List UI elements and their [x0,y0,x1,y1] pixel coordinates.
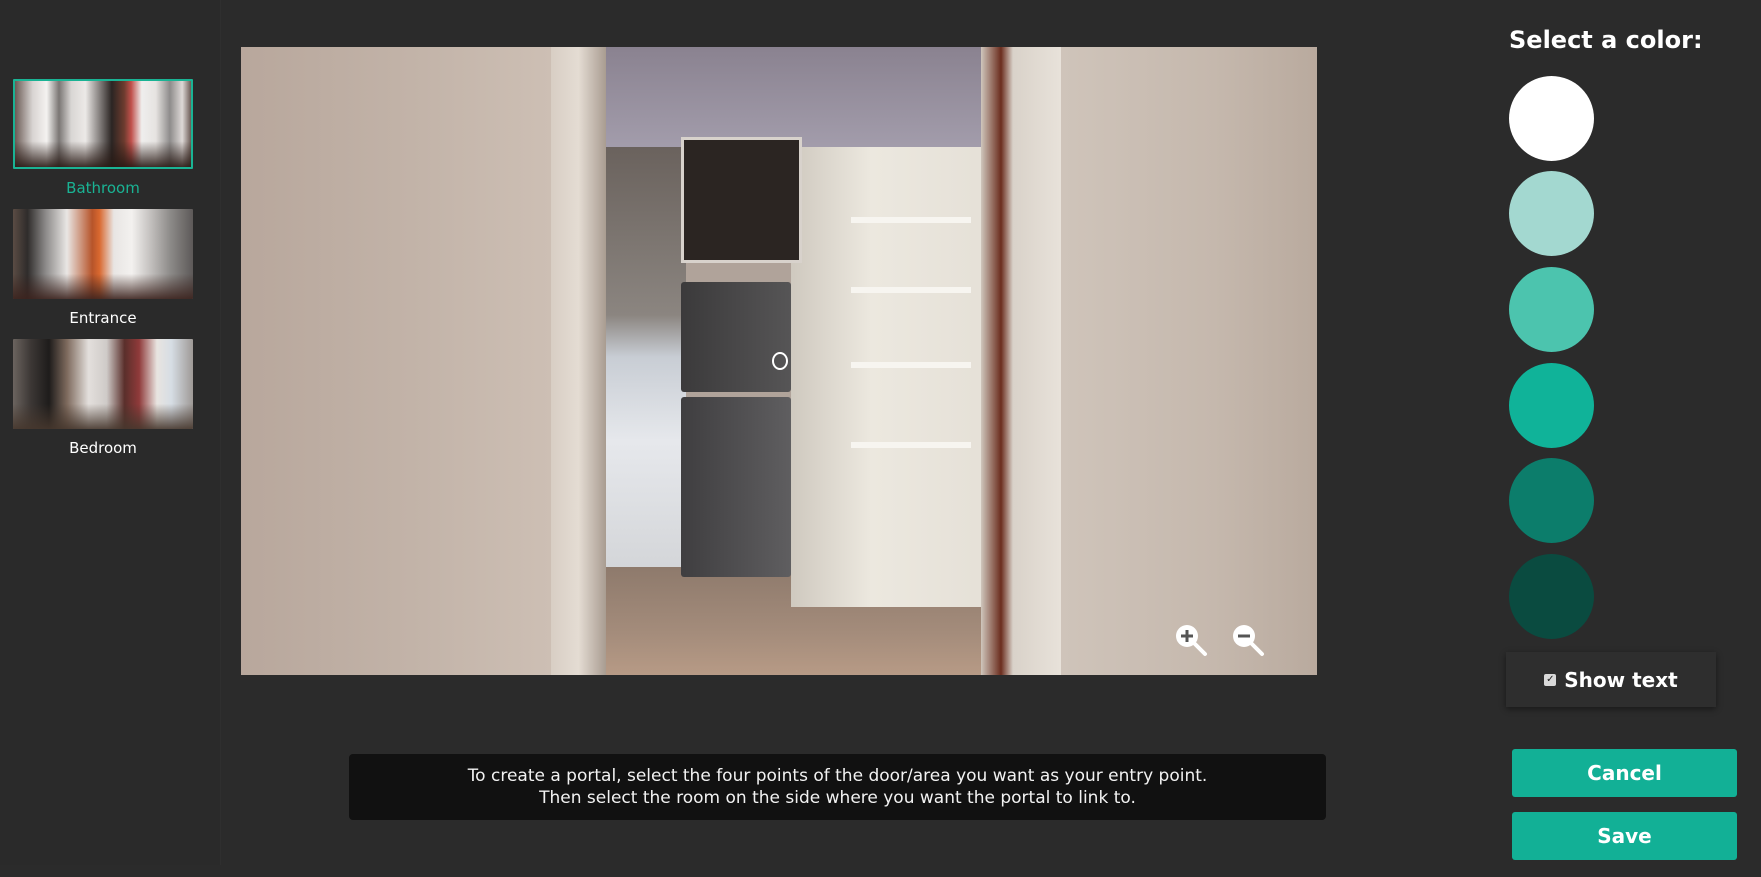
panorama-viewer[interactable] [241,47,1317,675]
room-thumbnail-bedroom[interactable] [13,339,193,429]
color-swatch-darkest-teal[interactable] [1509,554,1594,639]
room-item-bathroom[interactable]: Bathroom [13,79,193,197]
zoom-in-button[interactable] [1174,623,1208,657]
show-text-label: Show text [1564,667,1678,692]
instructions-box: To create a portal, select the four poin… [349,754,1326,820]
color-picker-title: Select a color: [1509,26,1703,54]
cancel-button[interactable]: Cancel [1512,749,1737,797]
room-thumbnail-bathroom[interactable] [13,79,193,169]
room-sidebar: Bathroom Entrance Bedroom [0,0,221,865]
show-text-toggle[interactable]: ✓ Show text [1506,652,1716,707]
room-item-bedroom[interactable]: Bedroom [13,339,193,457]
color-swatch-medium-teal[interactable] [1509,267,1594,352]
instructions-line-1: To create a portal, select the four poin… [467,766,1208,786]
color-swatch-white[interactable] [1509,76,1594,161]
room-item-entrance[interactable]: Entrance [13,209,193,327]
zoom-in-icon [1176,625,1207,656]
color-swatch-teal[interactable] [1509,363,1594,448]
room-label: Entrance [69,309,137,327]
point-marker [772,352,788,370]
color-swatch-dark-teal[interactable] [1509,458,1594,543]
show-text-checkbox[interactable]: ✓ [1544,673,1557,686]
zoom-out-icon [1233,625,1264,656]
instructions-line-2: Then select the room on the side where y… [539,788,1136,808]
color-swatch-light-teal[interactable] [1509,171,1594,256]
room-label: Bedroom [69,439,137,457]
zoom-out-button[interactable] [1231,623,1265,657]
room-thumbnail-entrance[interactable] [13,209,193,299]
save-button[interactable]: Save [1512,812,1737,860]
room-label: Bathroom [66,179,140,197]
